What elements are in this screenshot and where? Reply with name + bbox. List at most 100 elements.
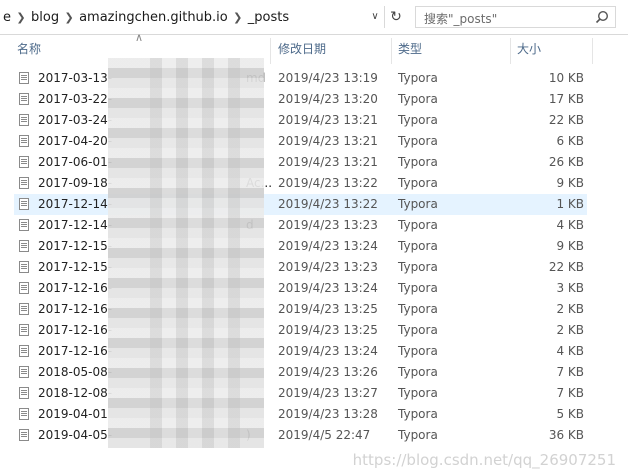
column-divider[interactable] bbox=[592, 38, 593, 64]
markdown-file-icon bbox=[19, 408, 29, 420]
markdown-file-icon bbox=[19, 303, 29, 315]
search-input[interactable]: 搜索"_posts" bbox=[415, 6, 616, 28]
file-row[interactable]: 2017-06-01- 2019/4/23 13:21 Typora 26 KB bbox=[14, 152, 587, 173]
file-type: Typora bbox=[398, 239, 438, 253]
file-name: 2019-04-05- bbox=[38, 428, 113, 442]
file-size: 36 KB bbox=[548, 428, 584, 442]
markdown-file-icon bbox=[19, 219, 29, 231]
file-name: 2017-03-13- bbox=[38, 71, 113, 85]
breadcrumb: e ❯ blog ❯ amazingchen.github.io ❯ _post… bbox=[0, 6, 292, 28]
file-name: 2017-04-20- bbox=[38, 134, 113, 148]
column-header-date[interactable]: 修改日期 bbox=[278, 34, 326, 64]
file-type: Typora bbox=[398, 92, 438, 106]
file-row[interactable]: 2017-12-14- 2019/4/23 13:22 Typora 1 KB bbox=[14, 194, 587, 215]
markdown-file-icon bbox=[19, 324, 29, 336]
refresh-icon[interactable]: ↻ bbox=[384, 6, 407, 28]
file-size: 2 KB bbox=[556, 323, 584, 337]
file-row[interactable]: 2017-12-16- 2019/4/23 13:24 Typora 3 KB bbox=[14, 278, 587, 299]
file-type: Typora bbox=[398, 113, 438, 127]
file-row[interactable]: 2017-04-20- 2019/4/23 13:21 Typora 6 KB bbox=[14, 131, 587, 152]
markdown-file-icon bbox=[19, 198, 29, 210]
column-divider[interactable] bbox=[510, 38, 511, 64]
file-modified-date: 2019/4/5 22:47 bbox=[278, 428, 371, 442]
file-size: 26 KB bbox=[548, 155, 584, 169]
breadcrumb-item-blog[interactable]: blog bbox=[28, 10, 62, 25]
markdown-file-icon bbox=[19, 345, 29, 357]
column-divider[interactable] bbox=[391, 38, 392, 64]
file-modified-date: 2019/4/23 13:26 bbox=[278, 365, 378, 379]
file-name: 2017-12-15- bbox=[38, 260, 113, 274]
file-type: Typora bbox=[398, 302, 438, 316]
file-row[interactable]: 2017-03-13-md2019/4/23 13:19Typora10 KB bbox=[14, 68, 587, 89]
breadcrumb-item-posts[interactable]: _posts bbox=[245, 10, 292, 25]
file-size: 2 KB bbox=[556, 302, 584, 316]
file-size: 4 KB bbox=[556, 218, 584, 232]
file-row[interactable]: 2018-12-08- 2019/4/23 13:27 Typora 7 KB bbox=[14, 383, 587, 404]
file-row[interactable]: 2017-12-14-d2019/4/23 13:23Typora4 KB bbox=[14, 215, 587, 236]
markdown-file-icon bbox=[19, 72, 29, 84]
breadcrumb-item-site[interactable]: amazingchen.github.io bbox=[76, 10, 231, 25]
markdown-file-icon bbox=[19, 429, 29, 441]
file-modified-date: 2019/4/23 13:23 bbox=[278, 260, 378, 274]
breadcrumb-item-e[interactable]: e bbox=[0, 10, 14, 25]
address-history-dropdown-icon[interactable]: ∨ bbox=[366, 8, 384, 26]
file-name: 2019-04-01 bbox=[38, 407, 108, 421]
file-size: 3 KB bbox=[556, 281, 584, 295]
watermark: https://blog.csdn.net/qq_26907251 bbox=[352, 451, 616, 469]
file-size: 9 KB bbox=[556, 239, 584, 253]
file-modified-date: 2019/4/23 13:28 bbox=[278, 407, 378, 421]
file-modified-date: 2019/4/23 13:27 bbox=[278, 386, 378, 400]
markdown-file-icon bbox=[19, 114, 29, 126]
file-size: 22 KB bbox=[548, 260, 584, 274]
file-size: 9 KB bbox=[556, 176, 584, 190]
markdown-file-icon bbox=[19, 282, 29, 294]
chevron-right-icon[interactable]: ❯ bbox=[231, 11, 245, 24]
file-row[interactable]: 2018-05-08- 2019/4/23 13:26 Typora 7 KB bbox=[14, 362, 587, 383]
file-size: 1 KB bbox=[556, 197, 584, 211]
file-modified-date: 2019/4/23 13:21 bbox=[278, 134, 378, 148]
file-type: Typora bbox=[398, 71, 438, 85]
column-header-name[interactable]: 名称 bbox=[17, 34, 41, 64]
file-name: 2017-09-18- bbox=[38, 176, 113, 190]
markdown-file-icon bbox=[19, 366, 29, 378]
file-row[interactable]: 2017-09-18-Ac...2019/4/23 13:22Typora9 K… bbox=[14, 173, 587, 194]
chevron-right-icon[interactable]: ❯ bbox=[14, 11, 28, 24]
file-type: Typora bbox=[398, 323, 438, 337]
markdown-file-icon bbox=[19, 135, 29, 147]
file-type: Typora bbox=[398, 428, 438, 442]
file-size: 5 KB bbox=[556, 407, 584, 421]
file-row[interactable]: 2017-12-16- 2019/4/23 13:24 Typora 4 KB bbox=[14, 341, 587, 362]
file-size: 10 KB bbox=[548, 71, 584, 85]
column-header: ∧ 名称 修改日期 类型 大小 bbox=[0, 31, 628, 64]
file-row[interactable]: 2017-12-16- 2019/4/23 13:25 Typora 2 KB bbox=[14, 299, 587, 320]
file-type: Typora bbox=[398, 344, 438, 358]
search-icon[interactable] bbox=[595, 10, 609, 24]
file-modified-date: 2019/4/23 13:21 bbox=[278, 113, 378, 127]
file-type: Typora bbox=[398, 134, 438, 148]
file-modified-date: 2019/4/23 13:22 bbox=[278, 176, 378, 190]
file-row[interactable]: 2017-03-24- 2019/4/23 13:21 Typora 22 KB bbox=[14, 110, 587, 131]
file-row[interactable]: 2017-12-16- 2019/4/23 13:25 Typora 2 KB bbox=[14, 320, 587, 341]
file-row[interactable]: 2019-04-05-)2019/4/5 22:47Typora36 KB bbox=[14, 425, 587, 446]
column-divider[interactable] bbox=[270, 38, 271, 64]
search-placeholder: 搜索"_posts" bbox=[424, 12, 498, 26]
chevron-right-icon[interactable]: ❯ bbox=[62, 11, 76, 24]
markdown-file-icon bbox=[19, 93, 29, 105]
sort-ascending-icon: ∧ bbox=[135, 31, 144, 44]
file-row[interactable]: 2019-04-01 2019/4/23 13:28 Typora 5 KB bbox=[14, 404, 587, 425]
file-row[interactable]: 2017-03-22- 2019/4/23 13:20 Typora 17 KB bbox=[14, 89, 587, 110]
markdown-file-icon bbox=[19, 387, 29, 399]
file-row[interactable]: 2017-12-15- 2019/4/23 13:23 Typora 22 KB bbox=[14, 257, 587, 278]
file-name: 2017-12-14- bbox=[38, 197, 113, 211]
file-name: 2017-03-24- bbox=[38, 113, 113, 127]
file-name: 2018-12-08- bbox=[38, 386, 113, 400]
column-header-size[interactable]: 大小 bbox=[517, 34, 541, 64]
markdown-file-icon bbox=[19, 261, 29, 273]
file-row[interactable]: 2017-12-15- 2019/4/23 13:24 Typora 9 KB bbox=[14, 236, 587, 257]
column-header-type[interactable]: 类型 bbox=[398, 34, 422, 64]
file-modified-date: 2019/4/23 13:21 bbox=[278, 155, 378, 169]
file-type: Typora bbox=[398, 155, 438, 169]
markdown-file-icon bbox=[19, 240, 29, 252]
file-type: Typora bbox=[398, 260, 438, 274]
file-modified-date: 2019/4/23 13:24 bbox=[278, 344, 378, 358]
